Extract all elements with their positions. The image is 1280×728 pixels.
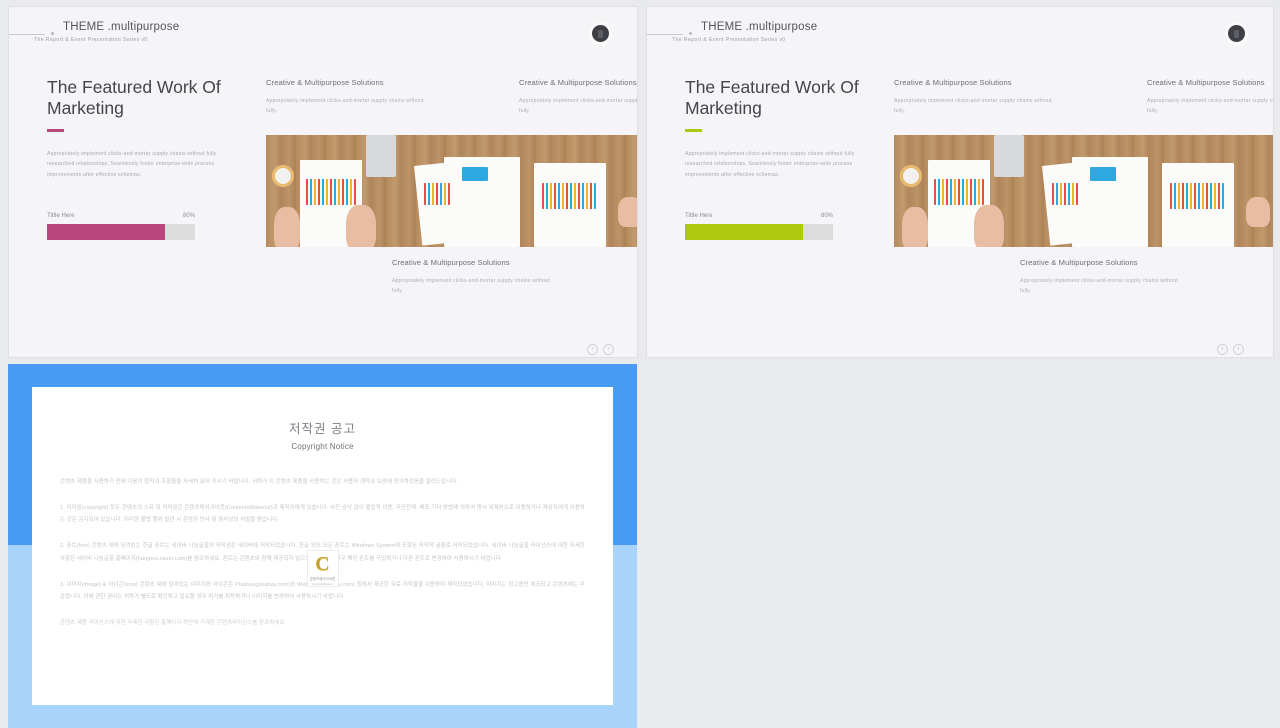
card-text: Appropriately implement clicks-and-morta… xyxy=(519,98,637,114)
progress-percent: 80% xyxy=(820,213,833,219)
copyright-paragraph: 1. 저작권(copyright) 모든 콘텐츠의 소유 및 저작권은 콘텐츠메… xyxy=(60,504,585,524)
slide-title: The Featured Work Of Marketing xyxy=(685,77,859,119)
progress-track xyxy=(47,224,195,240)
progress-fill xyxy=(47,224,166,240)
laptop-corner xyxy=(994,135,1024,177)
slide-header: THEME .multipurpose The Report & Event P… xyxy=(9,21,179,43)
template-preview-page: THEME .multipurpose The Report & Event P… xyxy=(0,0,1280,728)
brand-subtitle: The Report & Event Presentation Series v… xyxy=(672,37,786,43)
progress-percent: 80% xyxy=(182,213,195,219)
slide-body-text: Appropriately implement clicks-and-morta… xyxy=(685,151,855,178)
header-rule xyxy=(647,34,683,35)
accent-dash xyxy=(47,129,64,132)
hand-right xyxy=(346,205,376,247)
photo-strip xyxy=(266,135,637,247)
feature-card-2: Creative & Multipurpose Solutions Approp… xyxy=(519,77,637,117)
slide-header: THEME .multipurpose The Report & Event P… xyxy=(647,21,817,43)
header-rule xyxy=(9,34,45,35)
chart-bars-2 xyxy=(1052,183,1078,205)
chart-bars-2 xyxy=(424,183,450,205)
card-heading: Creative & Multipurpose Solutions xyxy=(1147,78,1265,87)
chart-bars-1 xyxy=(306,179,356,205)
progress-fill xyxy=(685,224,804,240)
copyright-paragraph: 콘텐츠 제품을 사용하기 전에 다음의 협약과 조항들을 자세히 읽어 주시기 … xyxy=(60,479,458,485)
card-text: Appropriately implement clicks-and-morta… xyxy=(392,278,550,294)
slide-body-text: Appropriately implement clicks-and-morta… xyxy=(47,151,217,178)
progress-bar-block: Tittle Here 80% xyxy=(685,213,833,240)
chart-bars-3 xyxy=(542,183,596,209)
next-arrow-icon[interactable]: › xyxy=(603,344,614,355)
chart-bars-1 xyxy=(934,179,984,205)
progress-track xyxy=(685,224,833,240)
slide-nav[interactable]: ‹ › xyxy=(587,344,614,355)
hand-fist xyxy=(618,197,637,227)
hand-fist xyxy=(1246,197,1270,227)
brand-title: THEME .multipurpose xyxy=(701,21,817,33)
prev-arrow-icon[interactable]: ‹ xyxy=(1217,344,1228,355)
hand-right xyxy=(974,205,1004,247)
logo-badge-icon xyxy=(1228,25,1245,42)
card-text: Appropriately implement clicks-and-morta… xyxy=(894,98,1052,114)
slide-preview-green[interactable]: THEME .multipurpose The Report & Event P… xyxy=(646,6,1274,358)
progress-label: Tittle Here xyxy=(685,213,713,219)
feature-card-2: Creative & Multipurpose Solutions Approp… xyxy=(1147,77,1273,117)
card-heading: Creative & Multipurpose Solutions xyxy=(266,78,384,87)
card-text: Appropriately implement clicks-and-morta… xyxy=(1147,98,1273,114)
copyright-panel[interactable]: 저작권 공고 Copyright Notice 콘텐츠 제품을 사용하기 전에 … xyxy=(8,364,637,728)
slide-title: The Featured Work Of Marketing xyxy=(47,77,221,119)
blue-block xyxy=(462,167,488,181)
watermark-letter: C xyxy=(315,553,330,575)
watermark-logo: C 콘텐츠메이크아웃 ContentsMakeout xyxy=(306,550,339,587)
photo-strip xyxy=(894,135,1273,247)
hand-left xyxy=(274,207,300,247)
laptop-corner xyxy=(366,135,396,177)
brand-suffix: .multipurpose xyxy=(745,21,818,33)
feature-card-1: Creative & Multipurpose Solutions Approp… xyxy=(266,77,426,117)
blue-block xyxy=(1090,167,1116,181)
progress-label: Tittle Here xyxy=(47,213,75,219)
brand-subtitle: The Report & Event Presentation Series v… xyxy=(34,37,148,43)
copyright-title-en: Copyright Notice xyxy=(291,442,354,451)
hand-left xyxy=(902,207,928,247)
copyright-paragraph: 콘텐츠 제품 라이선스에 대한 자세한 사항은 홈페이지 하단에 기재한 콘텐츠… xyxy=(60,619,287,626)
prev-arrow-icon[interactable]: ‹ xyxy=(587,344,598,355)
copyright-title-ko: 저작권 공고 xyxy=(289,422,356,436)
card-heading: Creative & Multipurpose Solutions xyxy=(392,258,510,267)
copyright-sheet: 저작권 공고 Copyright Notice 콘텐츠 제품을 사용하기 전에 … xyxy=(32,387,613,705)
coffee-cup xyxy=(272,165,294,187)
header-dot-icon xyxy=(689,32,692,35)
card-text: Appropriately implement clicks-and-morta… xyxy=(266,98,424,114)
logo-badge-icon xyxy=(592,25,609,42)
card-heading: Creative & Multipurpose Solutions xyxy=(1020,258,1138,267)
slide-preview-pink[interactable]: THEME .multipurpose The Report & Event P… xyxy=(8,6,638,358)
brand-prefix: THEME xyxy=(701,21,743,33)
chart-bars-3 xyxy=(1170,183,1224,209)
card-heading: Creative & Multipurpose Solutions xyxy=(894,78,1012,87)
feature-card-1: Creative & Multipurpose Solutions Approp… xyxy=(894,77,1054,117)
brand-title: THEME .multipurpose xyxy=(63,21,179,33)
coffee-cup xyxy=(900,165,922,187)
brand-suffix: .multipurpose xyxy=(107,21,180,33)
progress-bar-block: Tittle Here 80% xyxy=(47,213,195,240)
accent-dash xyxy=(685,129,702,132)
feature-card-3: Creative & Multipurpose Solutions Approp… xyxy=(1020,257,1180,297)
slide-nav[interactable]: ‹ › xyxy=(1217,344,1244,355)
watermark-line2: ContentsMakeout xyxy=(311,583,334,586)
watermark-line1: 콘텐츠메이크아웃 xyxy=(309,577,336,581)
feature-card-3: Creative & Multipurpose Solutions Approp… xyxy=(392,257,552,297)
brand-prefix: THEME xyxy=(63,21,105,33)
card-text: Appropriately implement clicks-and-morta… xyxy=(1020,278,1178,294)
header-dot-icon xyxy=(51,32,54,35)
next-arrow-icon[interactable]: › xyxy=(1233,344,1244,355)
card-heading: Creative & Multipurpose Solutions xyxy=(519,78,637,87)
